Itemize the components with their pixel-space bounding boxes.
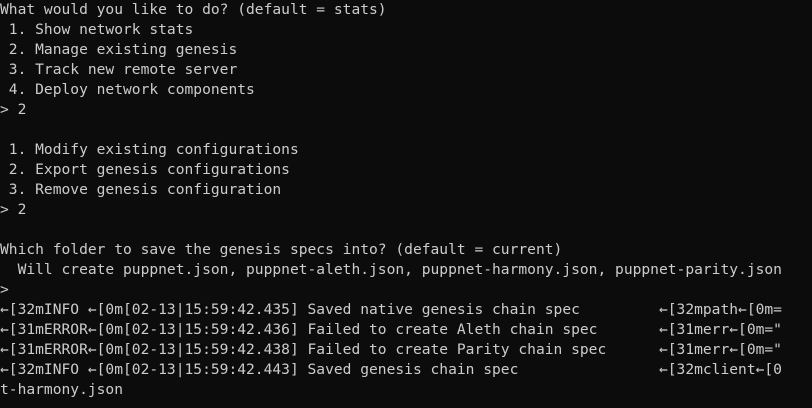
menu-option-export-genesis: 2. Export genesis configurations	[0, 161, 290, 178]
prompt-question-action: What would you like to do? (default = st…	[0, 1, 387, 18]
log-line-error: ←[31mERROR←[0m[02-13|15:59:42.436] Faile…	[0, 321, 782, 338]
user-input-line: > 2	[0, 101, 27, 118]
menu-option-modify-configurations: 1. Modify existing configurations	[0, 141, 299, 158]
log-line-error: ←[31mERROR←[0m[02-13|15:59:42.438] Faile…	[0, 341, 782, 358]
console-window[interactable]: What would you like to do? (default = st…	[0, 0, 812, 408]
input-prompt-line[interactable]: >	[0, 280, 812, 300]
user-input-line: > 2	[0, 201, 27, 218]
menu-option-deploy-components: 4. Deploy network components	[0, 81, 255, 98]
info-will-create-files: Will create puppnet.json, puppnet-aleth.…	[0, 261, 782, 278]
menu-option-show-network-stats: 1. Show network stats	[0, 21, 194, 38]
prompt-question-folder: Which folder to save the genesis specs i…	[0, 241, 563, 258]
menu-option-remove-genesis: 3. Remove genesis configuration	[0, 181, 282, 198]
log-line-continuation: t-harmony.json	[0, 381, 124, 398]
menu-option-track-remote-server: 3. Track new remote server	[0, 61, 238, 78]
log-line-info: ←[32mINFO ←[0m[02-13|15:59:42.443] Saved…	[0, 361, 782, 378]
menu-option-manage-genesis: 2. Manage existing genesis	[0, 41, 238, 58]
log-line-info: ←[32mINFO ←[0m[02-13|15:59:42.435] Saved…	[0, 301, 782, 318]
